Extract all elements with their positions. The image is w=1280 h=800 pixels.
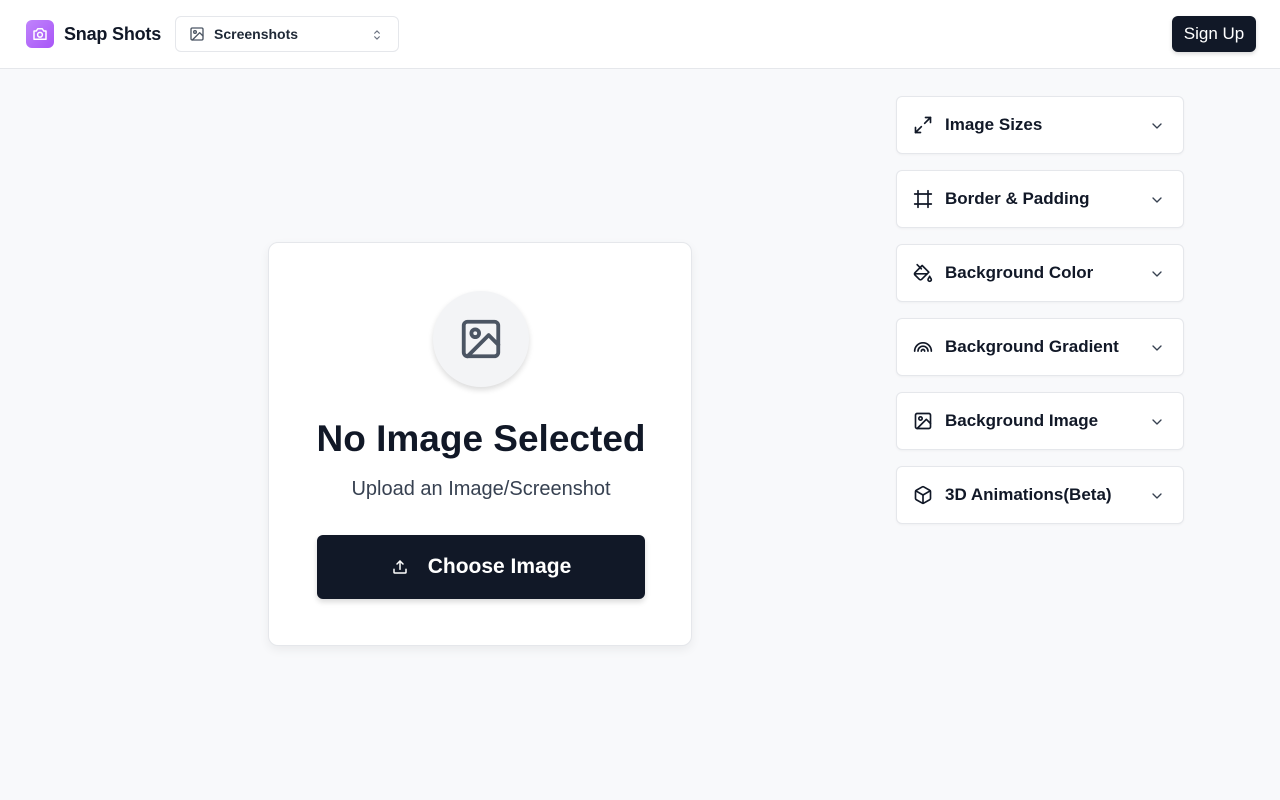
panel-3d-animations[interactable]: 3D Animations(Beta) [896, 466, 1184, 524]
expand-arrows-icon [913, 115, 933, 135]
panel-background-gradient[interactable]: Background Gradient [896, 318, 1184, 376]
image-icon [913, 411, 933, 431]
panel-background-color[interactable]: Background Color [896, 244, 1184, 302]
no-image-title: No Image Selected [316, 418, 646, 459]
panel-label: Image Sizes [945, 115, 1043, 134]
chevron-down-icon [1149, 414, 1165, 430]
panel-label: Background Image [945, 411, 1099, 430]
upload-card: No Image Selected Upload an Image/Screen… [268, 242, 692, 646]
upload-subtitle: Upload an Image/Screenshot [351, 478, 611, 500]
choose-image-button[interactable]: Choose Image [317, 535, 645, 599]
rainbow-icon [913, 337, 933, 357]
top-header: Snap Shots Screenshots Sign Up [0, 0, 1280, 69]
chevron-down-icon [1149, 340, 1165, 356]
mode-select-value: Screenshots [214, 26, 299, 42]
panel-background-image[interactable]: Background Image [896, 392, 1184, 450]
panel-label: Border & Padding [945, 189, 1090, 208]
panel-border-padding[interactable]: Border & Padding [896, 170, 1184, 228]
paint-bucket-icon [913, 263, 933, 283]
chevron-down-icon [1149, 118, 1165, 134]
chevrons-up-down-icon [370, 27, 384, 43]
mode-select[interactable]: Screenshots [175, 16, 399, 52]
sign-up-button[interactable]: Sign Up [1172, 16, 1256, 52]
choose-image-label: Choose Image [427, 555, 572, 578]
panel-image-sizes[interactable]: Image Sizes [896, 96, 1184, 154]
brand-name[interactable]: Snap Shots [64, 22, 161, 46]
cube-icon [913, 485, 933, 505]
image-placeholder [433, 291, 529, 387]
upload-icon [391, 558, 409, 576]
frame-icon [913, 189, 933, 209]
panel-label: 3D Animations(Beta) [945, 485, 1112, 504]
panel-label: Background Color [945, 263, 1094, 282]
panel-label: Background Gradient [945, 337, 1119, 356]
image-icon [458, 316, 504, 362]
image-icon [189, 26, 205, 42]
chevron-down-icon [1149, 488, 1165, 504]
camera-logo-icon[interactable] [26, 20, 54, 48]
chevron-down-icon [1149, 192, 1165, 208]
chevron-down-icon [1149, 266, 1165, 282]
